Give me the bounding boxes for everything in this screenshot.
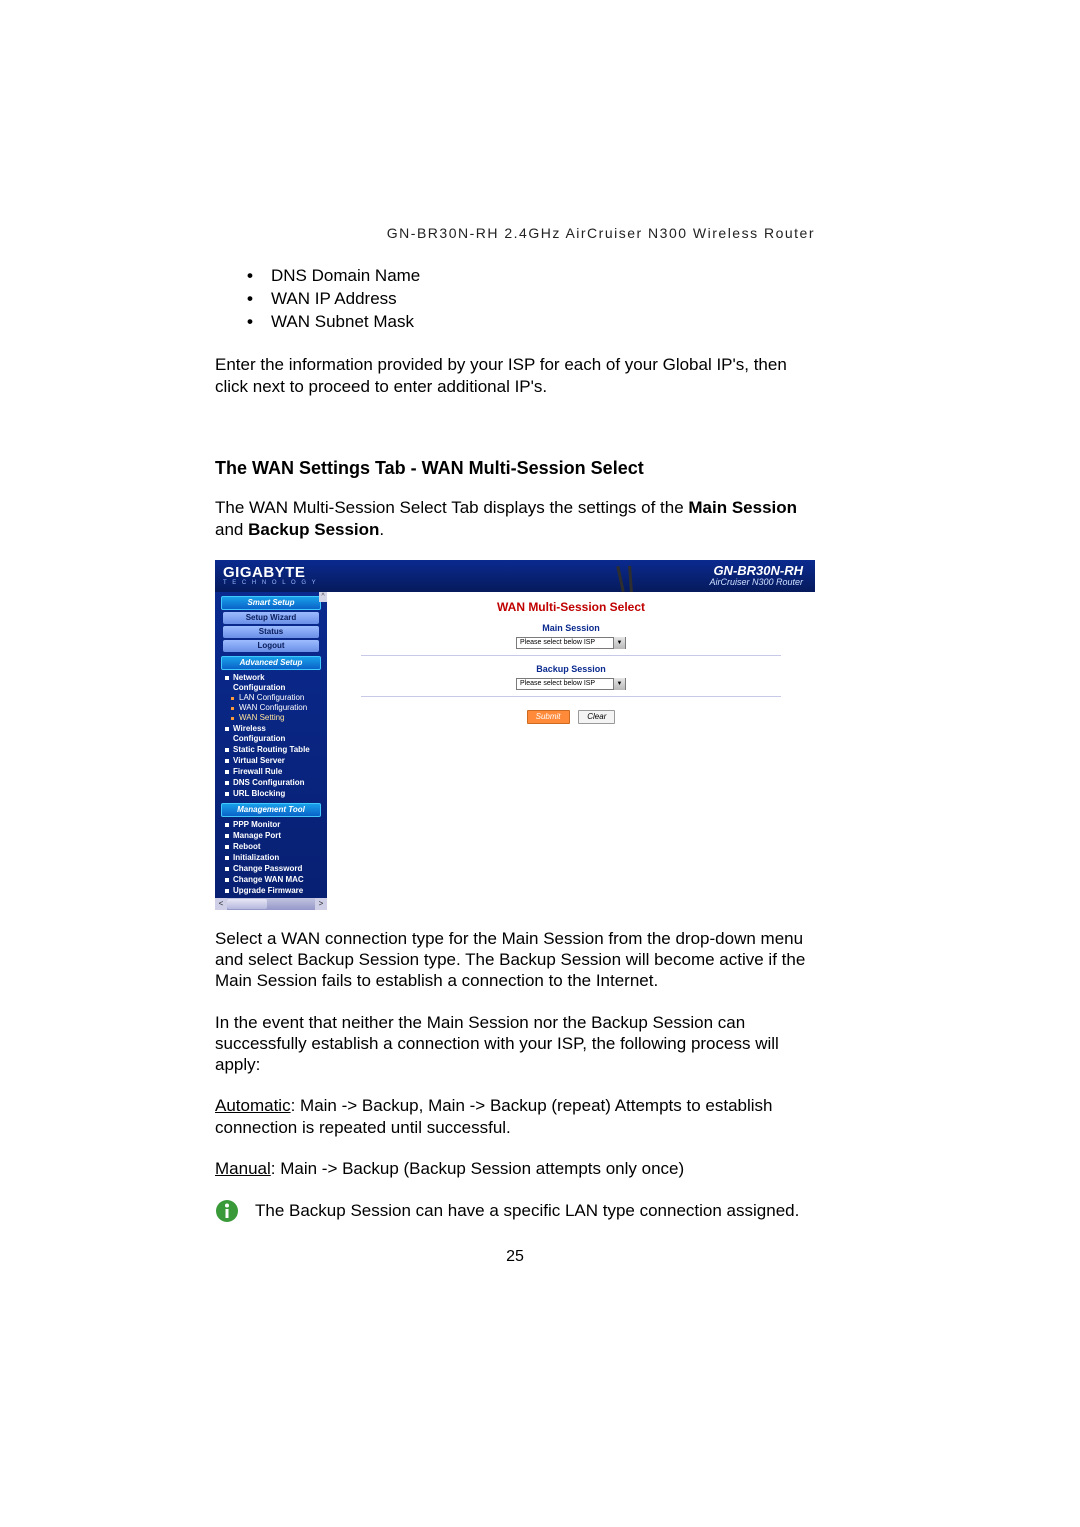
bullet-list: DNS Domain Name WAN IP Address WAN Subne… — [215, 265, 815, 333]
text: The WAN Multi-Session Select Tab display… — [215, 498, 688, 517]
logo-group: GIGABYTE T E C H N O L O G Y — [223, 565, 318, 586]
nav-virtual-server[interactable]: Virtual Server — [223, 755, 319, 766]
nav-change-wan-mac[interactable]: Change WAN MAC — [223, 874, 319, 885]
underline-label: Automatic — [215, 1096, 291, 1115]
nav-group-mgmt: PPP Monitor Manage Port Reboot Initializ… — [223, 819, 319, 898]
nav-change-password[interactable]: Change Password — [223, 863, 319, 874]
page-content: GN-BR30N-RH 2.4GHz AirCruiser N300 Wirel… — [215, 225, 815, 1267]
nav-status[interactable]: Status — [223, 626, 319, 638]
paragraph-manual: Manual: Main -> Backup (Backup Session a… — [215, 1158, 815, 1179]
main-session-section: Main Session Please select below ISP ▼ — [361, 621, 781, 656]
text: and — [215, 520, 248, 539]
nav-wireless-config[interactable]: Wireless Configuration — [223, 723, 319, 744]
nav-upgrade-firmware[interactable]: Upgrade Firmware — [223, 885, 319, 896]
brand-sub: T E C H N O L O G Y — [223, 580, 318, 586]
shot-main: WAN Multi-Session Select Main Session Pl… — [327, 592, 815, 910]
nav-firewall-rule[interactable]: Firewall Rule — [223, 766, 319, 777]
backup-session-section: Backup Session Please select below ISP ▼ — [361, 662, 781, 697]
submit-button[interactable]: Submit — [527, 710, 570, 724]
shot-topbar: GIGABYTE T E C H N O L O G Y GN-BR30N-RH… — [215, 560, 815, 592]
nav-logout[interactable]: Logout — [223, 640, 319, 652]
router-admin-screenshot: GIGABYTE T E C H N O L O G Y GN-BR30N-RH… — [215, 560, 815, 910]
info-icon — [215, 1199, 239, 1223]
nav-lan-config[interactable]: LAN Configuration — [223, 693, 319, 703]
nav-static-routing[interactable]: Static Routing Table — [223, 744, 319, 755]
nav-setup-wizard[interactable]: Setup Wizard — [223, 612, 319, 624]
paragraph: Select a WAN connection type for the Mai… — [215, 928, 815, 992]
shot-sidebar: ^ Smart Setup Setup Wizard Status Logout… — [215, 592, 327, 898]
antenna-icon — [615, 560, 655, 592]
nav-group: Network Configuration LAN Configuration … — [223, 672, 319, 799]
nav-wan-setting-active[interactable]: WAN Setting — [223, 713, 319, 723]
model-name: GN-BR30N-RH — [709, 564, 803, 578]
nav-network-config[interactable]: Network Configuration — [223, 672, 319, 693]
underline-label: Manual — [215, 1159, 271, 1178]
nav-initialization[interactable]: Initialization — [223, 852, 319, 863]
nav-dns-config[interactable]: DNS Configuration — [223, 777, 319, 788]
info-note: The Backup Session can have a specific L… — [215, 1199, 815, 1223]
paragraph-automatic: Automatic: Main -> Backup, Main -> Backu… — [215, 1095, 815, 1138]
page-number: 25 — [215, 1247, 815, 1267]
nav-cat-advanced-setup[interactable]: Advanced Setup — [221, 656, 321, 670]
nav-wan-config[interactable]: WAN Configuration — [223, 703, 319, 713]
nav-manage-port[interactable]: Manage Port — [223, 830, 319, 841]
brand-logo: GIGABYTE — [223, 565, 318, 580]
main-panel-title: WAN Multi-Session Select — [327, 600, 815, 615]
nav-cat-management-tool[interactable]: Management Tool — [221, 803, 321, 817]
text: : Main -> Backup (Backup Session attempt… — [271, 1159, 684, 1178]
page-header: GN-BR30N-RH 2.4GHz AirCruiser N300 Wirel… — [215, 225, 815, 243]
nav-cat-smart-setup[interactable]: Smart Setup — [221, 596, 321, 610]
clear-button[interactable]: Clear — [578, 710, 615, 724]
bold-text: Main Session — [688, 498, 797, 517]
scroll-right-icon[interactable]: > — [315, 898, 327, 910]
intro-paragraph: Enter the information provided by your I… — [215, 354, 815, 397]
chevron-down-icon: ▼ — [613, 637, 625, 649]
scroll-up-icon[interactable]: ^ — [319, 592, 327, 602]
select-value: Please select below ISP — [520, 680, 595, 689]
model-subtitle: AirCruiser N300 Router — [709, 578, 803, 588]
text: . — [379, 520, 384, 539]
backup-session-select[interactable]: Please select below ISP ▼ — [516, 678, 626, 690]
section-heading: The WAN Settings Tab - WAN Multi-Session… — [215, 457, 815, 480]
nav-reboot[interactable]: Reboot — [223, 841, 319, 852]
list-item: WAN IP Address — [263, 288, 815, 309]
bold-text: Backup Session — [248, 520, 379, 539]
text: : Main -> Backup, Main -> Backup (repeat… — [215, 1096, 773, 1136]
list-item: DNS Domain Name — [263, 265, 815, 286]
nav-url-blocking[interactable]: URL Blocking — [223, 788, 319, 799]
button-row: Submit Clear — [327, 703, 815, 724]
select-value: Please select below ISP — [520, 639, 595, 648]
document-page: GN-BR30N-RH 2.4GHz AirCruiser N300 Wirel… — [0, 0, 1080, 1527]
note-text: The Backup Session can have a specific L… — [255, 1200, 799, 1221]
paragraph: The WAN Multi-Session Select Tab display… — [215, 497, 815, 540]
backup-session-label: Backup Session — [361, 662, 781, 677]
main-session-select[interactable]: Please select below ISP ▼ — [516, 637, 626, 649]
list-item: WAN Subnet Mask — [263, 311, 815, 332]
nav-ppp-monitor[interactable]: PPP Monitor — [223, 819, 319, 830]
paragraph: In the event that neither the Main Sessi… — [215, 1012, 815, 1076]
model-label: GN-BR30N-RH AirCruiser N300 Router — [709, 564, 803, 588]
scroll-left-icon[interactable]: < — [215, 898, 227, 910]
scroll-thumb[interactable] — [227, 899, 267, 909]
chevron-down-icon: ▼ — [613, 678, 625, 690]
scroll-track[interactable] — [227, 898, 315, 910]
sidebar-hscrollbar[interactable]: < > — [215, 898, 327, 910]
main-session-label: Main Session — [361, 621, 781, 636]
